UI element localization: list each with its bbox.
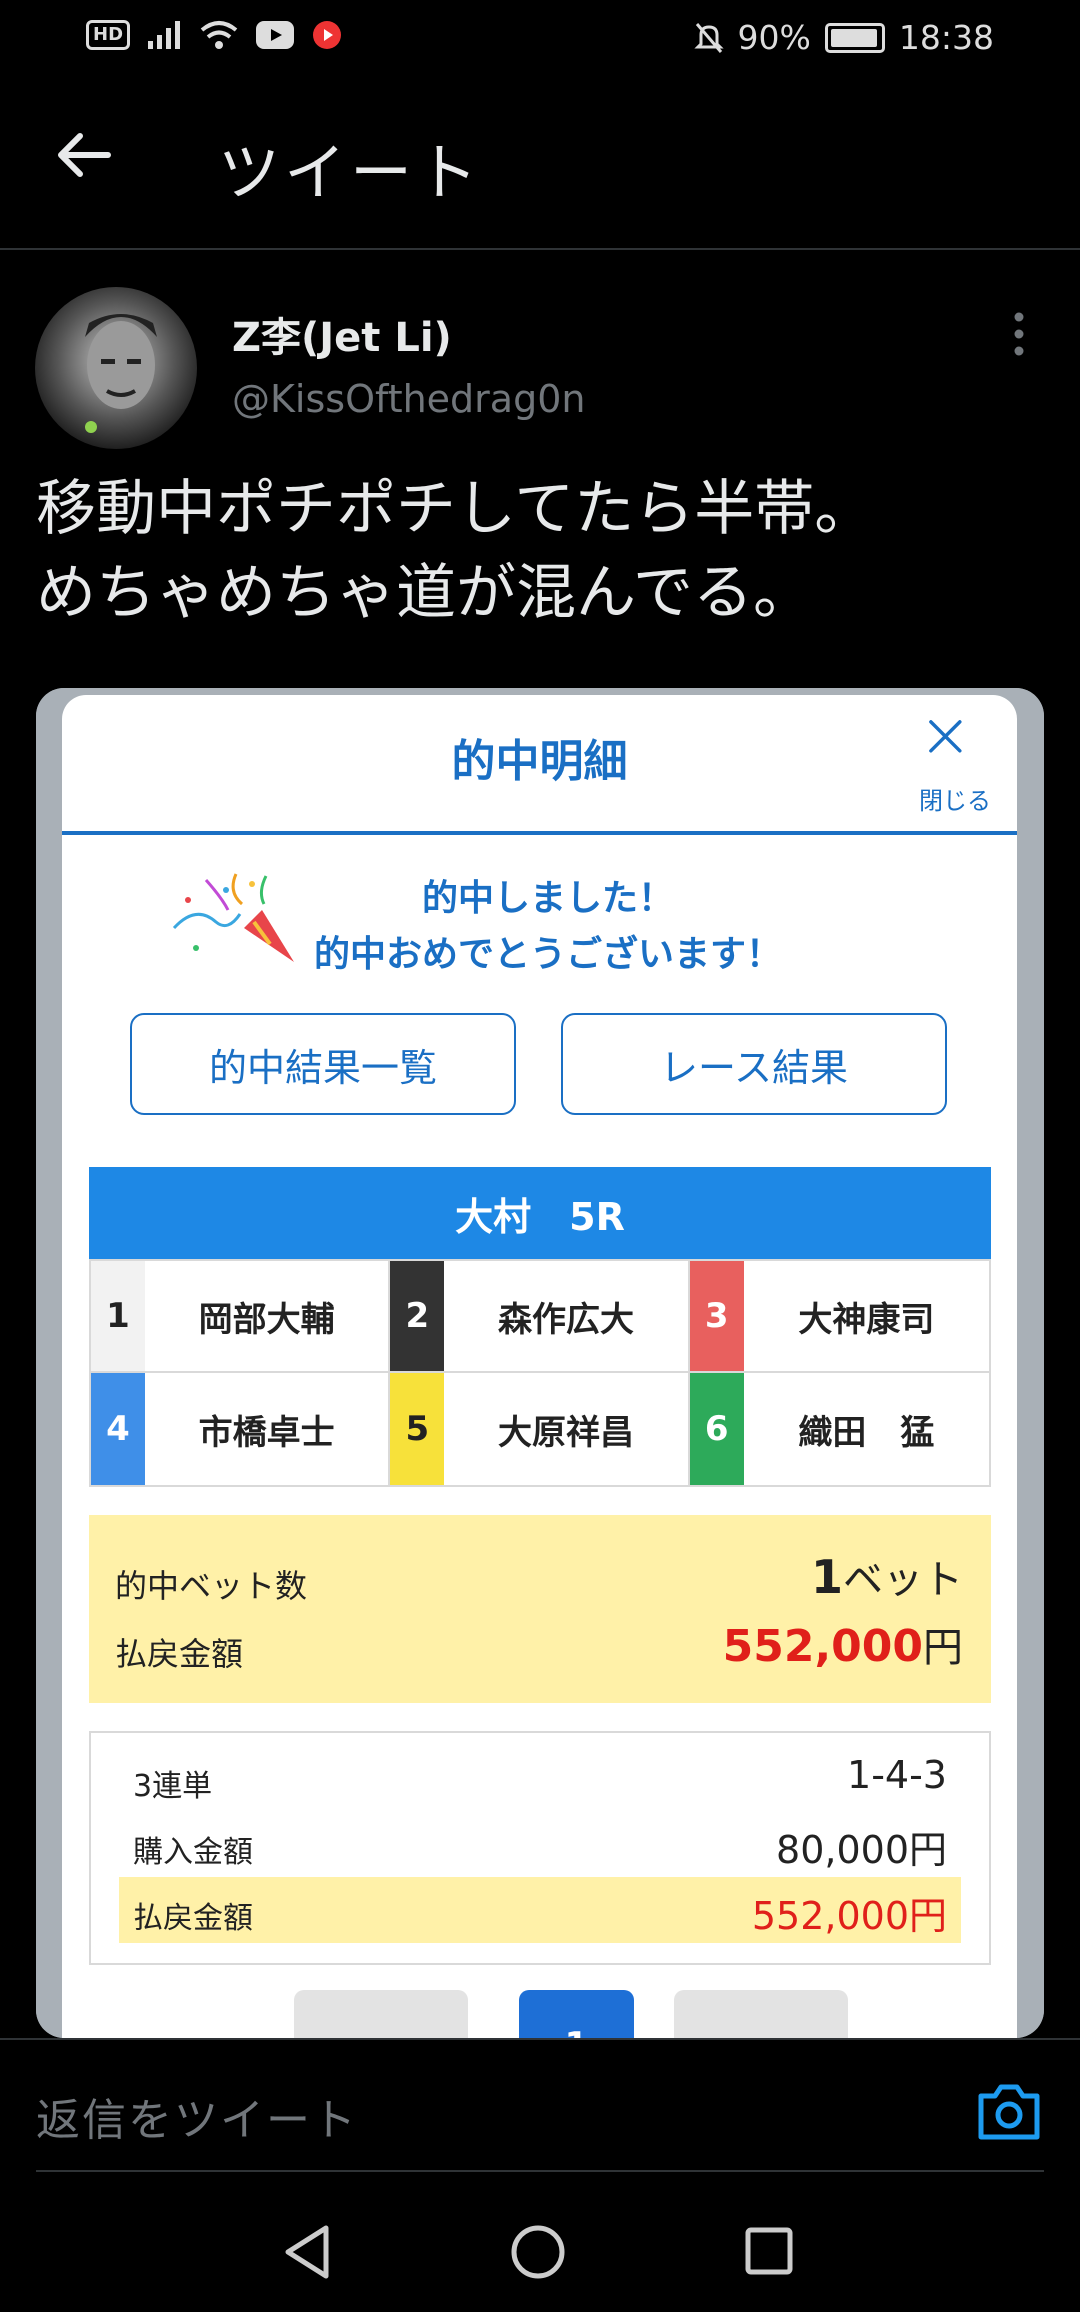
bet-detail: 3連単 1-4-3 購入金額 80,000円 払戻金額 552,000円 [89,1731,991,1965]
status-icons-right: 90% 18:38 [693,18,994,57]
lane-number: 4 [91,1373,145,1485]
avatar[interactable] [35,287,197,449]
mute-bell-icon [693,22,724,53]
hit-bets-label: 的中ベット数 [115,1567,308,1605]
pager-next-button[interactable] [674,1990,848,2038]
tweet-text-line-2: めちゃめちゃ道が混んでる。 [36,558,813,628]
racer-name: 織田 猛 [798,1412,935,1453]
racer-name: 森作広大 [497,1299,634,1340]
close-label[interactable]: 閉じる [912,781,998,816]
bet-combination: 1-4-3 [847,1753,947,1797]
payout-total: 552,000円 [723,1615,963,1673]
status-icons-left: HD [86,20,342,50]
status-bar: HD 90% 18:38 [0,0,1080,80]
page-title: ツイート [218,136,483,209]
close-icon[interactable] [924,715,986,777]
youtube-music-icon [313,21,342,49]
racer-name: 岡部大輔 [198,1299,335,1340]
wifi-icon [200,21,238,49]
nav-home-icon[interactable] [510,2224,566,2280]
clock: 18:38 [898,18,994,57]
nav-recents-icon[interactable] [744,2226,794,2276]
detail-payout-amount: 552,000円 [751,1894,947,1938]
author-display-name[interactable]: Z李(Jet Li) [232,305,452,363]
racer-grid: 1 岡部大輔 2 森作広大 3 大神康司 4 市橋卓士 5 大原祥昌 6 織田 猛 [89,1259,991,1487]
race-results-button[interactable]: レース結果 [561,1013,947,1115]
battery-icon [824,22,885,53]
camera-icon[interactable] [975,2082,1043,2142]
hit-message-line-2: 的中おめでとうございます！ [313,934,782,975]
signal-icon [148,21,181,49]
payout-unit: 円 [923,1625,963,1671]
lane-number: 2 [390,1261,445,1371]
pager-prev-button[interactable] [294,1990,468,2038]
top-header [0,80,1080,250]
racer-name: 市橋卓士 [198,1412,335,1453]
nav-back-icon[interactable] [282,2224,332,2280]
tweet-text-line-1: 移動中ポチポチしてたら半帯。 [36,474,875,544]
racer-cell: 5 大原祥昌 [390,1373,690,1485]
race-header: 大村 5R [89,1167,991,1259]
youtube-icon [256,21,295,49]
bet-type-label: 3連単 [133,1769,213,1804]
racer-cell: 6 織田 猛 [689,1373,989,1485]
tweet-text: 移動中ポチポチしてたら半帯。 めちゃめちゃ道が混んでる。 [36,467,1046,635]
back-arrow-icon[interactable] [52,123,116,187]
lane-number: 1 [91,1261,145,1371]
detail-payout-label: 払戻金額 [133,1901,253,1936]
more-options-icon[interactable] [1004,311,1034,357]
hit-results-list-button[interactable]: 的中結果一覧 [130,1013,516,1115]
hit-bets-unit: ベット [843,1557,963,1603]
avatar-image [35,287,197,449]
hit-summary: 的中ベット数 1ベット 払戻金額 552,000円 [89,1515,991,1703]
racer-cell: 2 森作広大 [390,1261,690,1373]
racer-cell: 4 市橋卓士 [91,1373,391,1485]
author-handle[interactable]: @KissOfthedrag0n [232,377,585,421]
purchase-label: 購入金額 [133,1835,253,1870]
lane-number: 6 [689,1373,744,1485]
lane-number: 5 [390,1373,445,1485]
reply-input[interactable]: 返信をツイート [36,2084,358,2148]
tweet-media-image[interactable]: 的中明細 閉じる 的中しました！ 的中おめでとうございます！ 的中結果一覧 レー… [36,688,1044,2038]
hit-bets-number: 1 [810,1550,843,1604]
purchase-amount: 80,000円 [776,1828,947,1872]
racer-name: 大原祥昌 [497,1412,634,1453]
pager-current-page[interactable]: 1 [519,1990,634,2038]
hit-detail-modal: 的中明細 閉じる 的中しました！ 的中おめでとうございます！ 的中結果一覧 レー… [62,695,1017,2038]
hit-message-line-1: 的中しました！ [421,878,674,919]
modal-divider [62,831,1017,835]
payout-label: 払戻金額 [115,1635,244,1673]
racer-name: 大神康司 [798,1299,935,1340]
racer-cell: 3 大神康司 [689,1261,989,1373]
racer-cell: 1 岡部大輔 [91,1261,391,1373]
system-nav-bar [0,2172,1080,2312]
battery-percent: 90% [737,18,811,57]
hit-bets-value: 1ベット [811,1547,963,1605]
lane-number: 3 [689,1261,744,1371]
payout-amount: 552,000 [722,1621,923,1672]
hit-message: 的中しました！ 的中おめでとうございます！ [298,871,798,983]
modal-title: 的中明細 [451,736,628,787]
hd-badge: HD [86,20,131,50]
party-popper-icon [172,873,294,962]
